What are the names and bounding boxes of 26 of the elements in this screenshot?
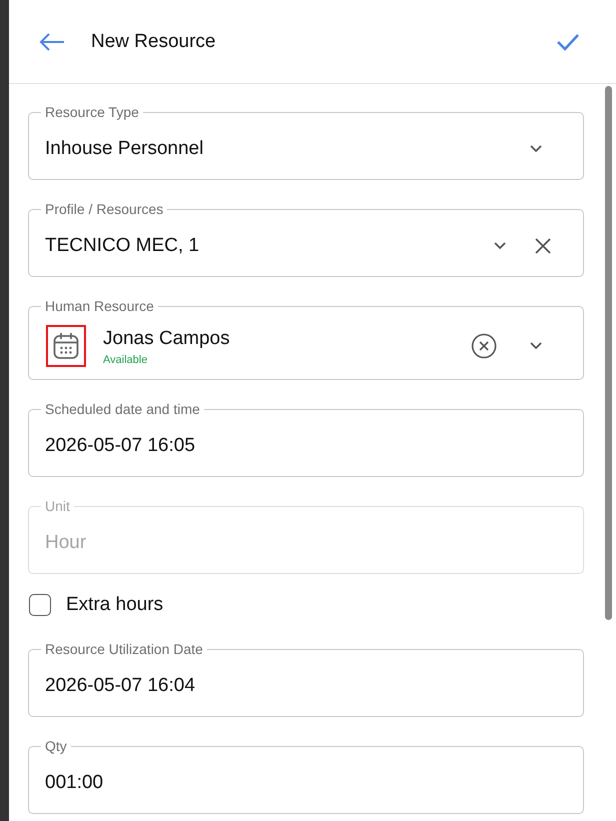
field-label: Profile / Resources: [44, 200, 164, 218]
field-label: Human Resource: [44, 297, 155, 315]
chevron-down-icon[interactable]: [530, 342, 542, 350]
field-label: Resource Utilization Date: [44, 640, 204, 658]
scrollbar-thumb[interactable]: [605, 86, 612, 620]
field-value: 2026-05-07 16:04: [45, 675, 196, 697]
field-value: 001:00: [45, 772, 104, 794]
field-label: Qty: [44, 737, 68, 755]
checkbox[interactable]: [29, 594, 51, 616]
chevron-down-icon[interactable]: [494, 242, 506, 250]
page-title: New Resource: [91, 30, 217, 52]
person-name: Jonas Campos: [103, 326, 231, 350]
field-label: Resource Type: [44, 103, 140, 121]
dropdown-value: Inhouse Personnel: [45, 138, 204, 160]
field-label: Unit: [44, 497, 71, 515]
field-value: 2026-05-07 16:05: [45, 435, 196, 457]
calendar-icon[interactable]: [46, 325, 86, 367]
checkbox-label: Extra hours: [66, 594, 164, 616]
placeholder-text: Hour: [45, 532, 86, 554]
dropdown-value: TECNICO MEC, 1: [45, 235, 200, 257]
back-button[interactable]: [39, 32, 65, 52]
clear-icon[interactable]: [471, 333, 497, 359]
field-label: Scheduled date and time: [44, 400, 201, 418]
chevron-down-icon[interactable]: [530, 145, 542, 153]
status-text: Available: [103, 354, 148, 366]
close-icon[interactable]: [535, 238, 551, 254]
